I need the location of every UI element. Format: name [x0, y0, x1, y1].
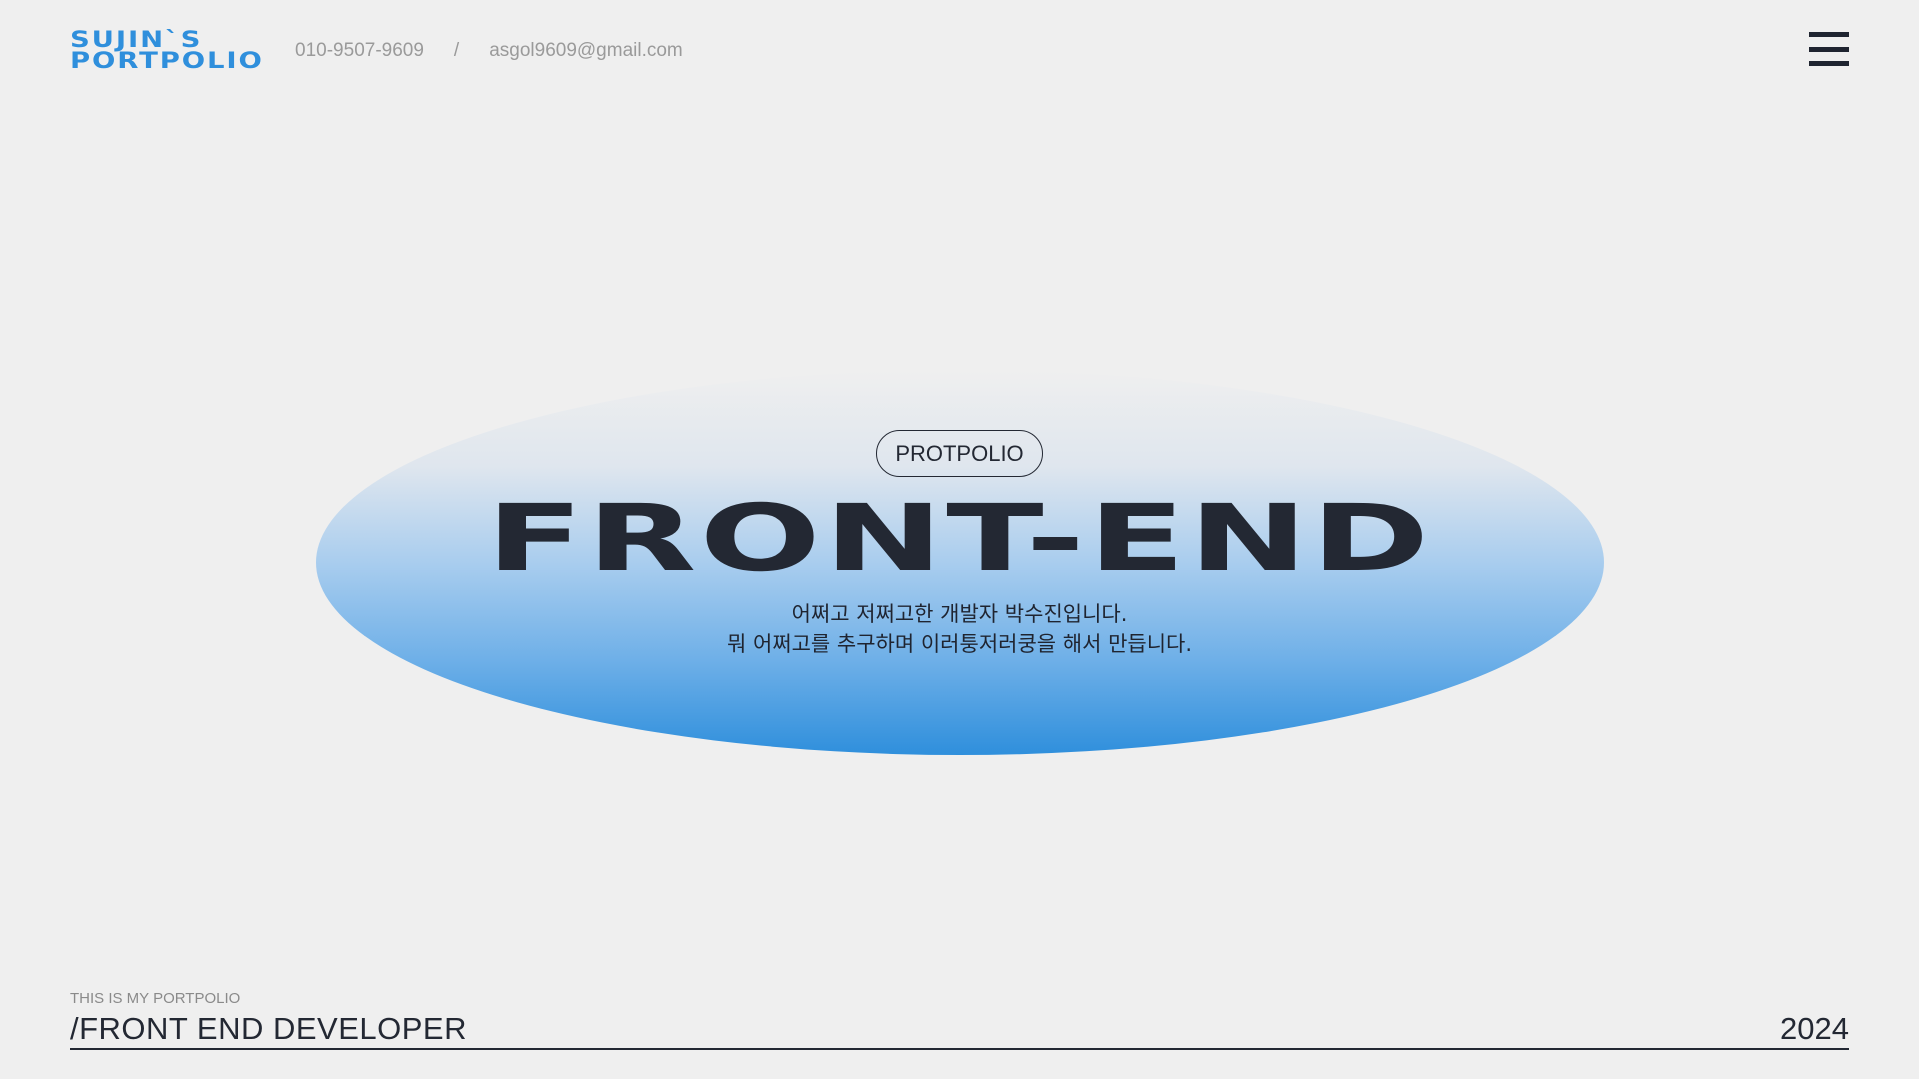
- hero-description-line-1: 어쩌고 저쩌고한 개발자 박수진입니다.: [791, 602, 1128, 626]
- logo-line-2: PORTPOLIO: [70, 48, 264, 74]
- menu-bar-middle: [1809, 46, 1849, 52]
- phone-link[interactable]: 010-9507-9609: [295, 40, 424, 62]
- footer-role: /FRONT END DEVELOPER: [70, 1011, 468, 1046]
- hero-title: FRONT-END: [486, 485, 1433, 592]
- portfolio-badge: PROTPOLIO: [876, 430, 1043, 477]
- footer-tagline: THIS IS MY PORTPOLIO: [70, 990, 241, 1007]
- logo-line-1: SUJIN`S: [70, 27, 203, 53]
- site-logo[interactable]: SUJIN`S PORTPOLIO: [70, 27, 264, 74]
- site-header: SUJIN`S PORTPOLIO 010-9507-9609 / asgol9…: [70, 28, 1849, 73]
- email-link[interactable]: asgol9609@gmail.com: [489, 40, 683, 62]
- footer-year: 2024: [1780, 1011, 1849, 1046]
- hero-description-line-2: 뭐 어쩌고를 추구하며 이러퉁저러쿵을 해서 만듭니다.: [726, 632, 1193, 656]
- page-footer: THIS IS MY PORTPOLIO /FRONT END DEVELOPE…: [70, 990, 1849, 1050]
- menu-bar-bottom: [1809, 61, 1849, 66]
- menu-bar-top: [1809, 32, 1849, 37]
- hamburger-menu-icon[interactable]: [1809, 32, 1849, 66]
- page: SUJIN`S PORTPOLIO 010-9507-9609 / asgol9…: [0, 0, 1919, 1079]
- hero-section: PROTPOLIO FRONT-END 어쩌고 저쩌고한 개발자 박수진입니다.…: [0, 430, 1919, 659]
- contact-separator: /: [453, 39, 460, 61]
- contact-info: 010-9507-9609 / asgol9609@gmail.com: [295, 40, 683, 62]
- hero-description: 어쩌고 저쩌고한 개발자 박수진입니다. 뭐 어쩌고를 추구하며 이러퉁저러쿵을…: [727, 599, 1192, 659]
